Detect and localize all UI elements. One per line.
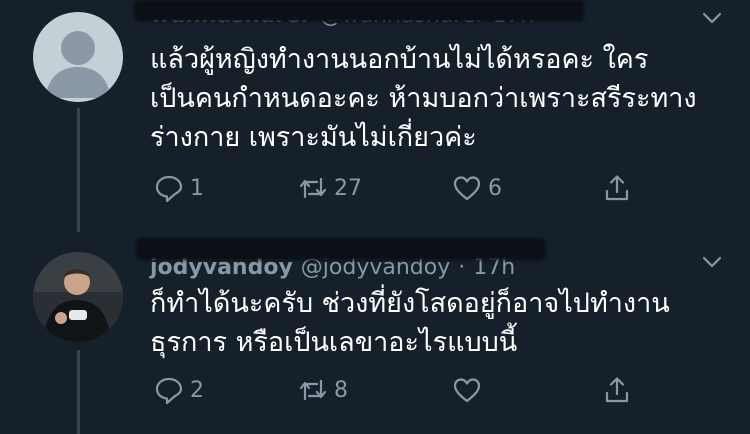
like-button[interactable] [452, 372, 488, 408]
avatar[interactable] [33, 12, 123, 102]
reply-count: 1 [190, 175, 204, 201]
default-avatar-icon [45, 31, 111, 98]
retweet-count: 8 [334, 377, 348, 403]
share-icon [605, 175, 629, 201]
censor-bar [134, 0, 584, 22]
tweet-text: แล้วผู้หญิงทำงานนอกบ้านไม่ได้หรอคะ ใคร เ… [150, 44, 697, 153]
chevron-down-icon[interactable] [702, 8, 722, 28]
avatar[interactable] [33, 252, 123, 342]
share-button[interactable] [602, 372, 632, 408]
retweet-button[interactable]: 27 [298, 170, 362, 206]
like-count: 6 [488, 175, 502, 201]
thread-line [77, 350, 80, 434]
share-icon [605, 377, 629, 403]
tweet[interactable]: wannasnarer @wannasnarer 17h แล้วผู้หญิง… [0, 0, 750, 232]
heart-icon [453, 378, 481, 403]
chevron-down-icon[interactable] [702, 252, 722, 272]
retweet-button[interactable]: 8 [298, 372, 348, 408]
tweet-actions: 2 8 [150, 372, 640, 408]
thread-line [77, 108, 80, 232]
reply-button[interactable]: 2 [154, 372, 204, 408]
share-button[interactable] [602, 170, 632, 206]
reply-button[interactable]: 1 [154, 170, 204, 206]
tweet[interactable]: jodyvandoy @jodyvandoy · 17h ก็ทำได้นะคร… [0, 232, 750, 434]
photo-avatar-image [33, 252, 123, 342]
reply-icon [155, 377, 183, 405]
censor-bar [136, 238, 546, 260]
tweet-text: ก็ทำได้นะครับ ช่วงที่ยังโสดอยู่ก็อาจไปทำ… [150, 288, 670, 358]
retweet-count: 27 [334, 175, 362, 201]
reply-icon [155, 175, 183, 203]
like-button[interactable]: 6 [452, 170, 502, 206]
retweet-icon [299, 177, 327, 199]
retweet-icon [299, 379, 327, 401]
tweet-actions: 1 27 6 [150, 170, 640, 206]
heart-icon [453, 176, 481, 201]
reply-count: 2 [190, 377, 204, 403]
